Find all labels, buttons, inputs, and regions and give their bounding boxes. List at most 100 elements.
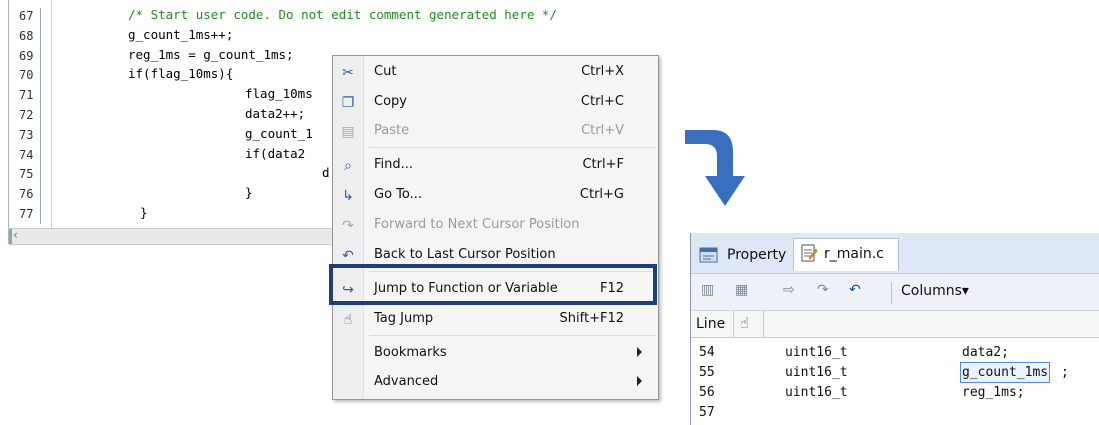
toolbar-view1-icon[interactable]: ▥ (701, 282, 714, 298)
horizontal-scrollbar[interactable]: ‹ (9, 228, 339, 245)
menu-item-label: Go To... (374, 187, 423, 202)
scroll-left-icon[interactable]: ‹ (13, 228, 18, 242)
row-type: uint16_t (785, 385, 848, 400)
line-number: 72 (19, 108, 34, 122)
menu-item-shortcut: Ctrl+V (581, 123, 624, 138)
line-number-gutter: 67 68 69 70 71 72 73 74 75 76 77 (9, 0, 52, 228)
tag-jump-icon: ☝ (343, 312, 353, 328)
tab-r-main-c-label: r_main.c (824, 246, 884, 262)
line-number: 67 (19, 9, 34, 23)
fold-guide (40, 8, 41, 224)
back-icon: ↶ (342, 248, 354, 264)
menu-item-forward-to-next-cursor-position[interactable]: ↷ Forward to Next Cursor Position (333, 212, 658, 240)
variable-panel: Property r_main.c ▥ ▦ ⇨ ↷ ↶ Columns▾ Lin… (690, 233, 1099, 425)
row-variable[interactable]: data2; (962, 343, 1009, 362)
code-line[interactable]: g_count_1ms++; (128, 25, 233, 44)
line-number: 77 (19, 207, 34, 221)
menu-item-shortcut: Ctrl+F (582, 157, 624, 172)
menu-item-advanced[interactable]: Advanced (333, 369, 658, 397)
code-line[interactable]: } (245, 183, 253, 202)
row-line-number: 57 (699, 405, 715, 420)
code-line[interactable]: } (140, 203, 148, 222)
menu-item-cut[interactable]: ✂ Cut Ctrl+X (333, 59, 658, 87)
tab-property[interactable]: Property (697, 239, 791, 271)
menu-item-find[interactable]: ⌕ Find... Ctrl+F (333, 152, 658, 180)
line-number: 76 (19, 187, 34, 202)
table-row[interactable]: 54 uint16_t data2; (691, 343, 1099, 362)
line-number: 70 (19, 68, 34, 83)
menu-item-tag-jump[interactable]: ☝ Tag Jump Shift+F12 (333, 306, 658, 334)
code-line[interactable]: if(data2 (245, 144, 305, 163)
menu-item-label: Bookmarks (374, 345, 447, 360)
code-line[interactable]: flag_10ms (245, 84, 313, 103)
row-line-number: 54 (699, 345, 715, 360)
goto-icon: ↳ (342, 188, 354, 204)
line-number: 74 (19, 147, 34, 162)
file-icon (801, 244, 818, 262)
property-icon (699, 247, 718, 263)
paste-icon: ▤ (341, 124, 355, 140)
code-line[interactable]: reg_1ms = g_count_1ms; (128, 45, 294, 64)
toolbar-back-icon[interactable]: ↶ (849, 282, 861, 298)
menu-separator (369, 335, 656, 336)
line-number: 71 (19, 88, 34, 103)
selected-variable[interactable]: g_count_1ms (960, 362, 1051, 383)
menu-item-label: Copy (374, 94, 407, 109)
menu-item-copy[interactable]: ❐ Copy Ctrl+C (333, 89, 658, 117)
header-divider (733, 311, 734, 337)
copy-icon: ❐ (341, 95, 355, 111)
curved-arrow-icon (685, 130, 745, 206)
binoculars-icon: ⌕ (344, 158, 352, 174)
toolbar-next-icon[interactable]: ⇨ (783, 282, 795, 298)
toolbar-view2-icon[interactable]: ▦ (735, 282, 748, 298)
menu-item-shortcut: Shift+F12 (559, 311, 624, 326)
menu-item-label: Tag Jump (374, 311, 434, 326)
scissors-icon: ✂ (342, 65, 354, 81)
highlight-box (329, 264, 657, 305)
menu-item-label: Back to Last Cursor Position (374, 247, 556, 262)
pointer-hand-icon[interactable]: ☝ (740, 314, 749, 332)
row-line-number: 56 (699, 385, 715, 400)
menu-item-go-to[interactable]: ↳ Go To... Ctrl+G (333, 182, 658, 210)
context-menu[interactable]: ✂ Cut Ctrl+X ❐ Copy Ctrl+C ▤ Paste Ctrl+V ⌕ Find..… (332, 55, 659, 400)
menu-item-label: Find... (374, 157, 414, 172)
header-divider (763, 311, 764, 337)
panel-toolbar: ▥ ▦ ⇨ ↷ ↶ Columns▾ (691, 274, 1099, 311)
menu-item-shortcut: Ctrl+C (580, 94, 624, 109)
code-line[interactable]: d (322, 163, 330, 182)
line-number: 69 (19, 48, 34, 63)
toolbar-forward-icon[interactable]: ↷ (817, 282, 829, 298)
code-line[interactable]: if(flag_10ms){ (128, 64, 233, 83)
menu-separator (369, 147, 656, 148)
table-row[interactable]: 57 (691, 403, 1099, 422)
panel-header: Line ☝ (691, 311, 1099, 338)
menu-item-label: Forward to Next Cursor Position (374, 217, 580, 232)
code-comment-line[interactable]: /* Start user code. Do not edit comment … (128, 5, 557, 24)
forward-icon: ↷ (342, 218, 354, 234)
row-type: uint16_t (785, 345, 848, 360)
row-type: uint16_t (785, 365, 848, 380)
submenu-arrow-icon (637, 347, 642, 357)
menu-item-label: Cut (374, 64, 397, 79)
menu-item-paste[interactable]: ▤ Paste Ctrl+V (333, 118, 658, 146)
submenu-arrow-icon (637, 376, 642, 386)
line-number: 68 (19, 28, 34, 43)
table-row[interactable]: 56 uint16_t reg_1ms; (691, 383, 1099, 402)
menu-item-shortcut: Ctrl+X (581, 64, 624, 79)
tab-property-label: Property (727, 247, 787, 263)
code-line[interactable]: data2++; (245, 104, 305, 123)
table-row[interactable]: 55 uint16_t g_count_1ms; (691, 362, 1099, 383)
toolbar-separator (891, 282, 892, 304)
header-line-label[interactable]: Line (696, 316, 725, 332)
menu-item-label: Advanced (374, 374, 439, 389)
menu-item-shortcut: Ctrl+G (579, 187, 624, 202)
menu-item-bookmarks[interactable]: Bookmarks (333, 340, 658, 368)
scrollbar-grip[interactable] (9, 229, 12, 244)
columns-dropdown-button[interactable]: Columns▾ (901, 283, 969, 299)
code-line[interactable]: g_count_1 (245, 124, 313, 143)
line-number: 75 (19, 167, 34, 182)
row-variable[interactable]: reg_1ms; (962, 383, 1025, 402)
tab-r-main-c[interactable]: r_main.c (793, 238, 899, 271)
row-suffix: ; (1061, 365, 1069, 380)
tab-bar: Property r_main.c (691, 233, 1099, 274)
